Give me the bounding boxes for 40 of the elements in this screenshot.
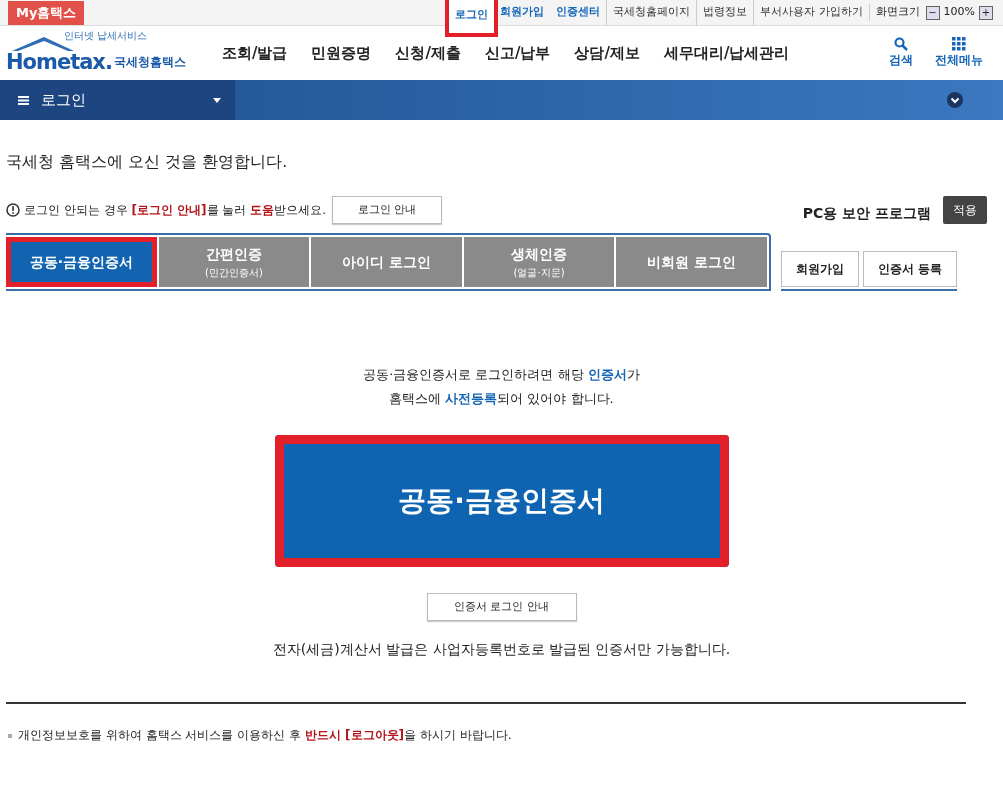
all-menu-button[interactable]: 전체메뉴 — [935, 37, 983, 69]
grid-icon — [952, 37, 966, 51]
help-text: 로그인 안되는 경우 [로그인 안내]를 눌러 도움받으세요. — [24, 202, 327, 219]
top-link[interactable]: 법령정보 — [696, 0, 754, 26]
main-menu-item[interactable]: 상담/제보 — [574, 41, 640, 65]
login-guide-button[interactable]: 로그인 안내 — [332, 196, 443, 224]
certificate-login-button[interactable]: 공동·금융인증서 — [274, 435, 729, 567]
side-action-button[interactable]: 회원가입 — [781, 251, 859, 287]
top-link[interactable]: 회원가입 — [494, 0, 551, 26]
bullet-icon — [8, 733, 12, 738]
expand-icon[interactable] — [947, 92, 963, 108]
side-action-button[interactable]: 인증서 등록 — [863, 251, 958, 287]
zoom-value: 100% — [943, 4, 975, 21]
login-tab[interactable]: 공동·금융인증서 — [6, 237, 157, 287]
notice-text: 공동·금융인증서로 로그인하려면 해당 인증서가 홈택스에 사전등록되어 있어야 합니다. — [363, 366, 640, 408]
welcome-heading: 국세청 홈택스에 오신 것을 환영합니다. — [6, 151, 289, 173]
alert-icon — [6, 203, 20, 217]
main-menu-item[interactable]: 조회/발급 — [222, 41, 288, 65]
zoom-in-button[interactable]: + — [979, 5, 993, 20]
top-link[interactable]: 국세청홈페이지 — [606, 0, 697, 26]
apply-button[interactable]: 적용 — [943, 196, 987, 224]
search-button[interactable]: 검색 — [889, 37, 913, 69]
top-link[interactable]: 인증센터 — [550, 0, 607, 26]
certificate-guide-button[interactable]: 인증서 로그인 안내 — [426, 593, 577, 621]
main-menu-item[interactable]: 신청/제출 — [395, 41, 461, 65]
search-icon — [894, 37, 908, 51]
zoom-out-button[interactable]: − — [925, 5, 940, 20]
logout-notice: 개인정보보호를 위하여 홈택스 서비스를 이용하신 후 반드시 [로그아웃]을 하시기 바랍니다. — [8, 726, 997, 744]
main-menu-item[interactable]: 민원증명 — [311, 41, 372, 65]
main-menu-item[interactable]: 세무대리/납세관리 — [663, 41, 790, 65]
hometax-logo[interactable]: 인터넷 납세서비스 Hometax.국세청홈택스 — [6, 32, 196, 74]
breadcrumb-dropdown[interactable]: 로그인 — [0, 80, 235, 120]
top-link[interactable]: 부서사용자 가입하기 — [753, 0, 869, 26]
zoom-label: 화면크기 — [868, 4, 920, 21]
security-label: PC용 보안 프로그램 — [802, 203, 931, 223]
caret-icon — [213, 97, 221, 103]
invoice-note: 전자(세금)계산서 발급은 사업자등록번호로 발급된 인증서만 가능합니다. — [272, 640, 731, 659]
menu-icon — [18, 95, 29, 105]
main-menu-item[interactable]: 신고/납부 — [484, 41, 551, 65]
my-hometax-button[interactable]: My홈택스 — [8, 0, 85, 25]
